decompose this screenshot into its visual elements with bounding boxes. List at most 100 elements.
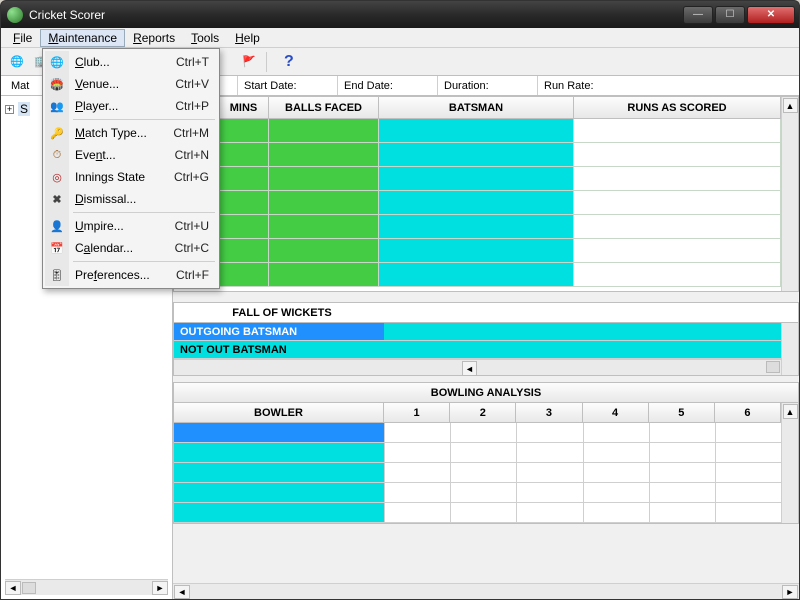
batting-row[interactable] — [174, 263, 781, 287]
cell-batsman[interactable] — [379, 167, 574, 190]
cell-batsman[interactable] — [379, 239, 574, 262]
cell-over[interactable] — [516, 443, 582, 462]
batting-row[interactable] — [174, 239, 781, 263]
cell-bowler[interactable] — [174, 483, 384, 502]
batting-vscroll[interactable]: ▲ — [781, 97, 798, 291]
cell-batsman[interactable] — [379, 143, 574, 166]
help-icon[interactable]: ? — [284, 53, 294, 71]
cell-mins[interactable] — [219, 263, 269, 286]
menu-item-player[interactable]: 👥 Player... Ctrl+P — [45, 95, 217, 117]
menu-item-umpire[interactable]: 👤 Umpire... Ctrl+U — [45, 215, 217, 237]
cell-ballsfaced[interactable] — [269, 191, 379, 214]
menu-item-dismissal[interactable]: ✖ Dismissal... — [45, 188, 217, 210]
cell-ballsfaced[interactable] — [269, 119, 379, 142]
menu-item-club[interactable]: 🌐 Club... Ctrl+T — [45, 51, 217, 73]
batting-row[interactable] — [174, 143, 781, 167]
cell-mins[interactable] — [219, 143, 269, 166]
scroll-thumb[interactable] — [766, 361, 780, 373]
cell-over[interactable] — [384, 483, 450, 502]
cell-bowler[interactable] — [174, 463, 384, 482]
bowling-row[interactable] — [174, 443, 781, 463]
cell-ballsfaced[interactable] — [269, 263, 379, 286]
toolbar-button-3[interactable]: 🚩 — [239, 52, 259, 72]
cell-runs[interactable] — [574, 263, 781, 286]
menu-help[interactable]: Help — [227, 29, 268, 47]
scroll-thumb[interactable] — [22, 582, 36, 594]
cell-over[interactable] — [450, 503, 516, 522]
cell-over[interactable] — [715, 443, 781, 462]
cell-over[interactable] — [583, 443, 649, 462]
cell-ballsfaced[interactable] — [269, 167, 379, 190]
menu-file[interactable]: File — [5, 29, 40, 47]
sidebar-hscroll[interactable]: ◄ ► — [5, 579, 168, 595]
bowling-row[interactable] — [174, 463, 781, 483]
menu-item-calendar[interactable]: 📅 Calendar... Ctrl+C — [45, 237, 217, 259]
scroll-left-icon[interactable]: ◄ — [5, 581, 21, 595]
cell-over[interactable] — [384, 503, 450, 522]
bowling-row[interactable] — [174, 423, 781, 443]
scroll-right-icon[interactable]: ► — [782, 585, 798, 599]
cell-mins[interactable] — [219, 215, 269, 238]
menu-item-preferences[interactable]: 🎚 Preferences... Ctrl+F — [45, 264, 217, 286]
cell-ballsfaced[interactable] — [269, 215, 379, 238]
cell-over[interactable] — [516, 463, 582, 482]
cell-runs[interactable] — [574, 143, 781, 166]
cell-over[interactable] — [450, 483, 516, 502]
cell-mins[interactable] — [219, 239, 269, 262]
fow-row-notout[interactable]: NOT OUT BATSMAN — [174, 341, 781, 359]
bowling-row[interactable] — [174, 503, 781, 523]
bowling-row[interactable] — [174, 483, 781, 503]
menu-tools[interactable]: Tools — [183, 29, 227, 47]
maximize-button[interactable]: ☐ — [715, 6, 745, 24]
cell-over[interactable] — [715, 423, 781, 442]
cell-over[interactable] — [649, 443, 715, 462]
scroll-up-icon[interactable]: ▲ — [783, 404, 798, 419]
close-button[interactable]: ✕ — [747, 6, 795, 24]
batting-row[interactable] — [174, 191, 781, 215]
scroll-right-icon[interactable]: ► — [152, 581, 168, 595]
cell-runs[interactable] — [574, 167, 781, 190]
menu-reports[interactable]: Reports — [125, 29, 183, 47]
menu-item-matchtype[interactable]: 🔑 Match Type... Ctrl+M — [45, 122, 217, 144]
cell-runs[interactable] — [574, 215, 781, 238]
cell-bowler[interactable] — [174, 423, 384, 442]
cell-batsman[interactable] — [379, 191, 574, 214]
cell-over[interactable] — [649, 423, 715, 442]
cell-mins[interactable] — [219, 119, 269, 142]
cell-over[interactable] — [649, 463, 715, 482]
cell-over[interactable] — [583, 463, 649, 482]
cell-over[interactable] — [715, 503, 781, 522]
toolbar-button-1[interactable]: 🌐 — [7, 52, 27, 72]
cell-over[interactable] — [583, 423, 649, 442]
cell-batsman[interactable] — [379, 215, 574, 238]
scroll-left-icon[interactable]: ◄ — [462, 361, 477, 376]
scroll-up-icon[interactable]: ▲ — [783, 98, 798, 113]
cell-runs[interactable] — [574, 191, 781, 214]
cell-bowler[interactable] — [174, 503, 384, 522]
cell-batsman[interactable] — [379, 119, 574, 142]
cell-over[interactable] — [450, 443, 516, 462]
batting-row[interactable] — [174, 215, 781, 239]
cell-over[interactable] — [384, 423, 450, 442]
batting-row[interactable] — [174, 167, 781, 191]
cell-over[interactable] — [450, 423, 516, 442]
cell-runs[interactable] — [574, 119, 781, 142]
fow-row-outgoing[interactable]: OUTGOING BATSMAN — [174, 323, 781, 341]
cell-bowler[interactable] — [174, 443, 384, 462]
menu-maintenance[interactable]: Maintenance — [40, 29, 125, 47]
fow-hscroll[interactable]: ◄ — [174, 359, 781, 375]
content-hscroll[interactable]: ◄ ► — [173, 583, 799, 599]
scroll-left-icon[interactable]: ◄ — [174, 585, 190, 599]
cell-over[interactable] — [649, 503, 715, 522]
minimize-button[interactable]: — — [683, 6, 713, 24]
cell-over[interactable] — [715, 463, 781, 482]
menu-item-event[interactable]: ⏱ Event... Ctrl+N — [45, 144, 217, 166]
cell-ballsfaced[interactable] — [269, 143, 379, 166]
cell-ballsfaced[interactable] — [269, 239, 379, 262]
cell-over[interactable] — [516, 483, 582, 502]
cell-batsman[interactable] — [379, 263, 574, 286]
cell-mins[interactable] — [219, 191, 269, 214]
cell-over[interactable] — [516, 423, 582, 442]
cell-mins[interactable] — [219, 167, 269, 190]
cell-runs[interactable] — [574, 239, 781, 262]
